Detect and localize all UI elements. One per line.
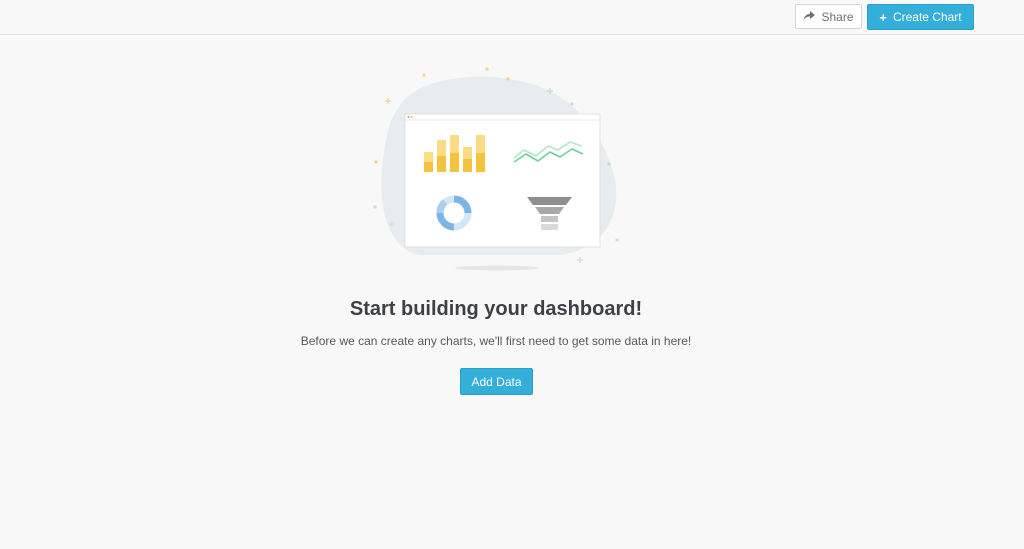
empty-state-description: Before we can create any charts, we'll f… [300, 334, 692, 348]
add-data-button[interactable]: Add Data [460, 368, 533, 395]
window-dot [407, 116, 410, 118]
share-button[interactable]: Share [795, 4, 862, 29]
share-label: Share [821, 9, 854, 24]
create-chart-button[interactable]: + Create Chart [867, 4, 974, 30]
plus-icon: + [879, 9, 887, 25]
empty-state-title: Start building your dashboard! [349, 298, 643, 320]
dashboard-illustration [360, 60, 660, 280]
create-chart-label: Create Chart [892, 10, 962, 24]
ground-shadow [455, 265, 539, 271]
window-dot [410, 116, 413, 118]
share-arrow-icon [803, 10, 816, 24]
top-toolbar: Share + Create Chart [0, 0, 1024, 35]
dashboard-window [404, 113, 601, 248]
